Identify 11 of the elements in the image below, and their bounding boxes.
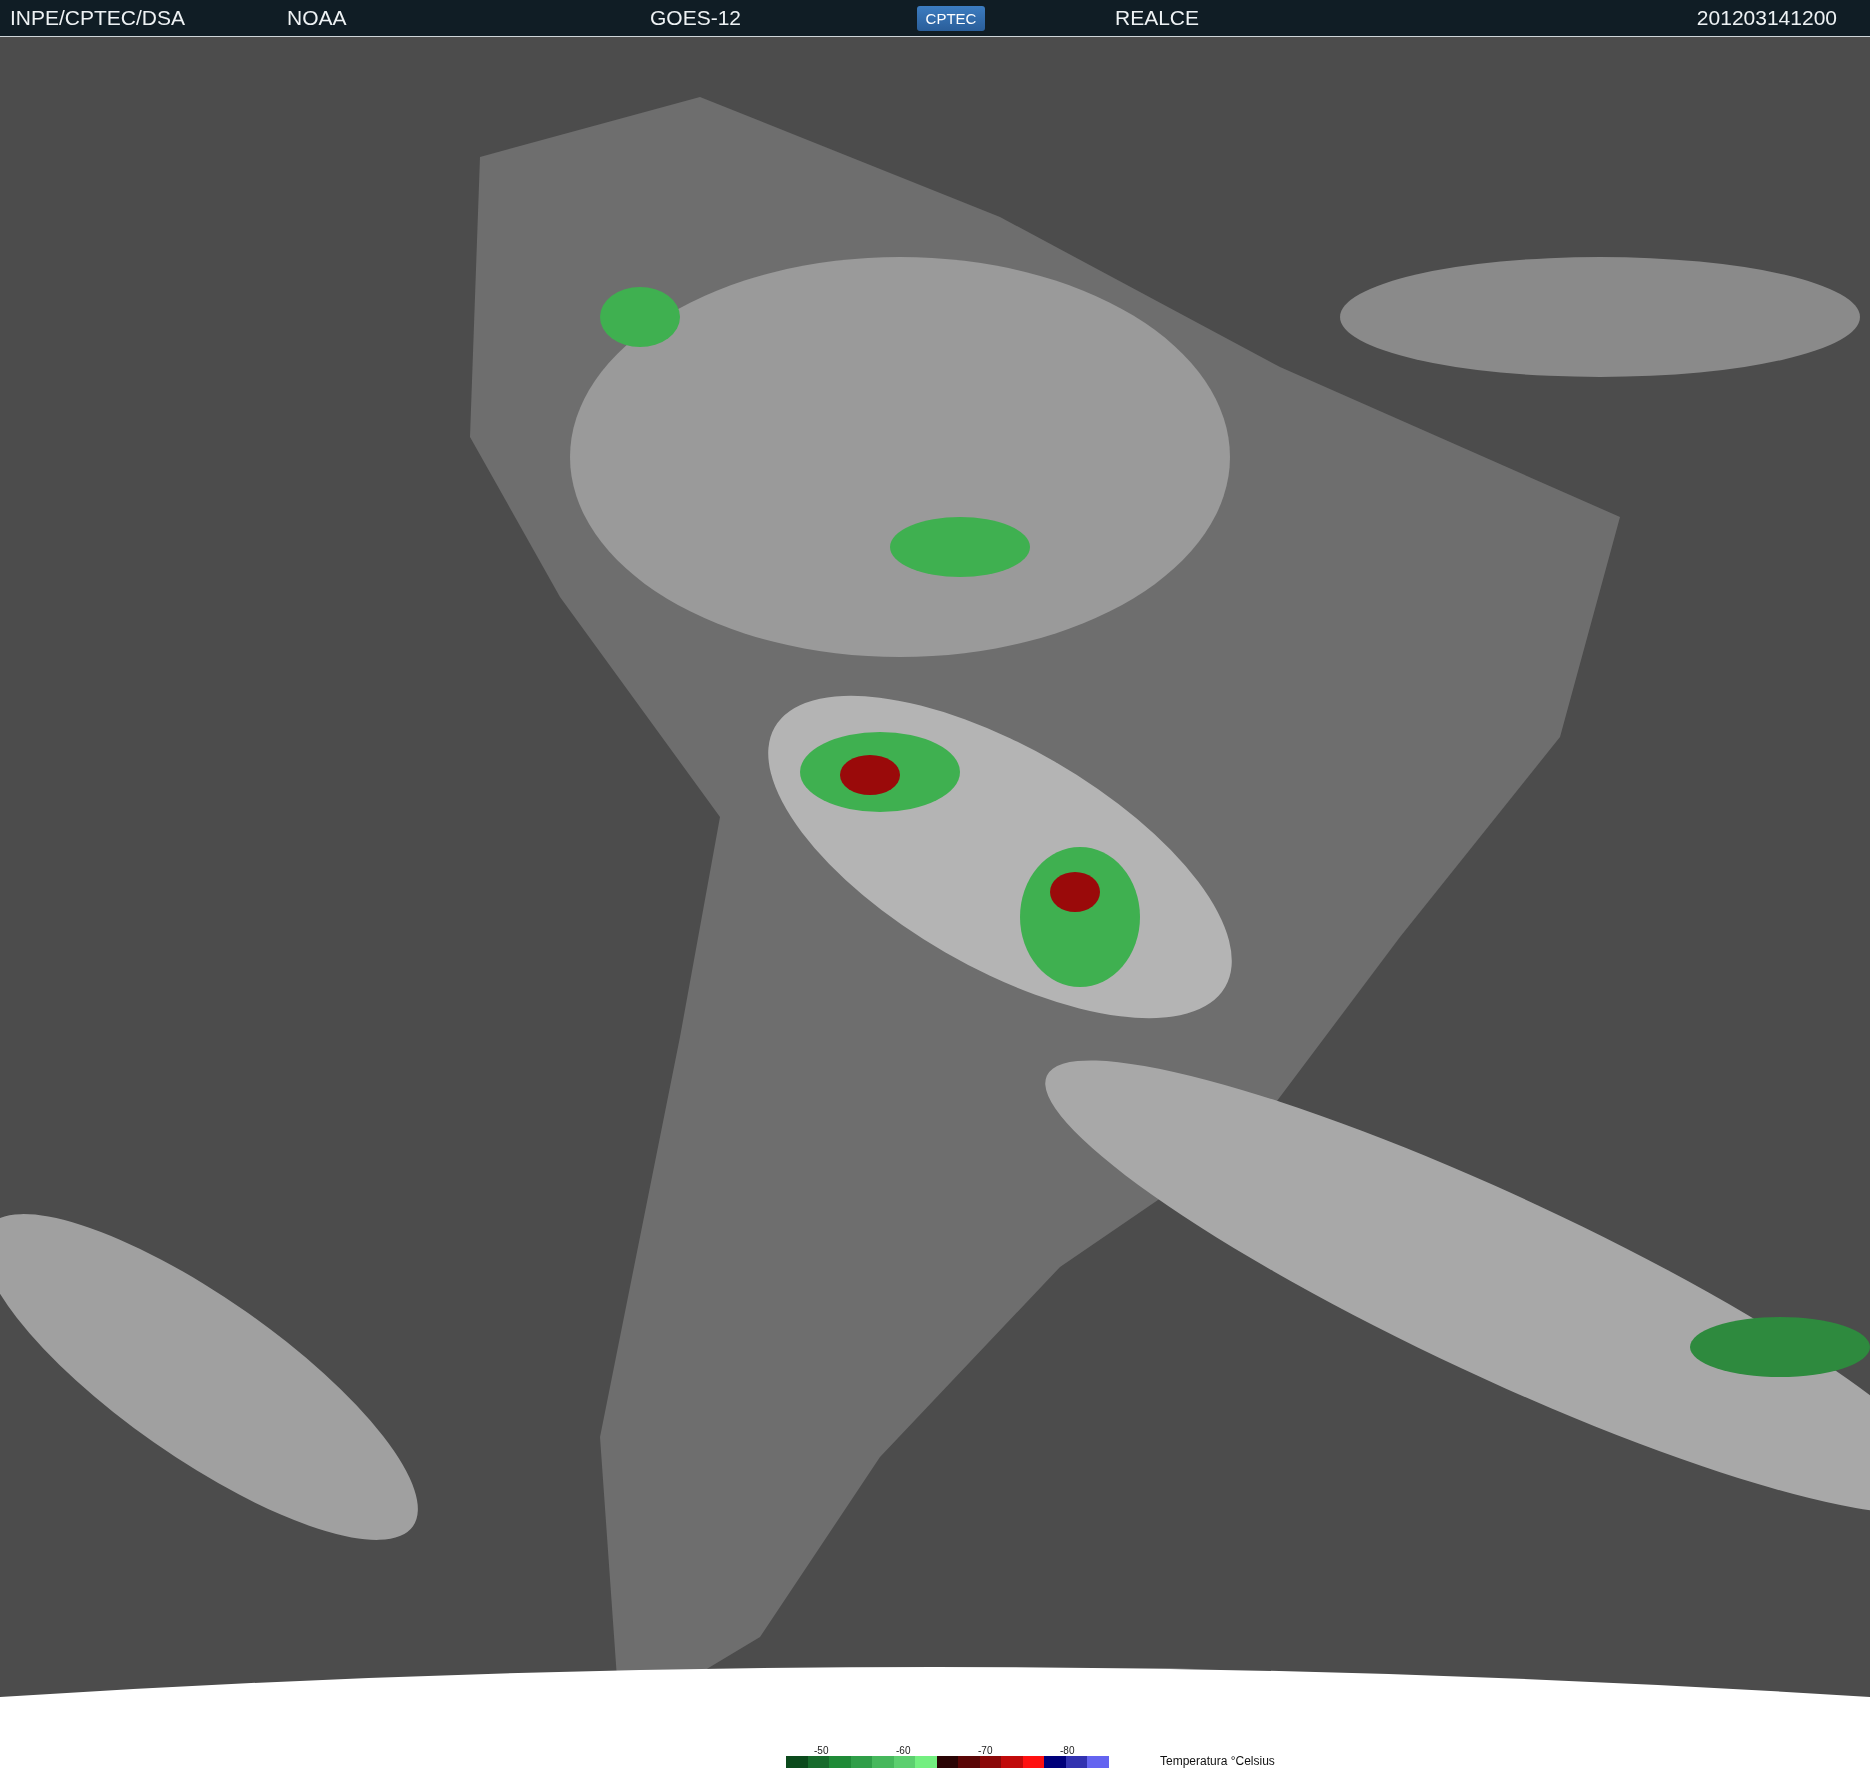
source-label: INPE/CPTEC/DSA <box>10 6 187 30</box>
scale-tick-label: -60 <box>896 1745 912 1756</box>
timestamp: 201203141200 <box>1696 6 1837 30</box>
scale-tick-label: -50 <box>814 1745 830 1756</box>
product-label: REALCE <box>1115 6 1201 30</box>
logo-badge: CPTEC <box>917 5 985 31</box>
scale-tick-label: -70 <box>978 1745 994 1756</box>
unit-label: Temperatura °Celsius <box>1160 1754 1275 1768</box>
agency-label: NOAA <box>287 6 348 30</box>
scale-tick-label: -80 <box>1060 1745 1076 1756</box>
satellite-label: GOES-12 <box>650 6 743 30</box>
